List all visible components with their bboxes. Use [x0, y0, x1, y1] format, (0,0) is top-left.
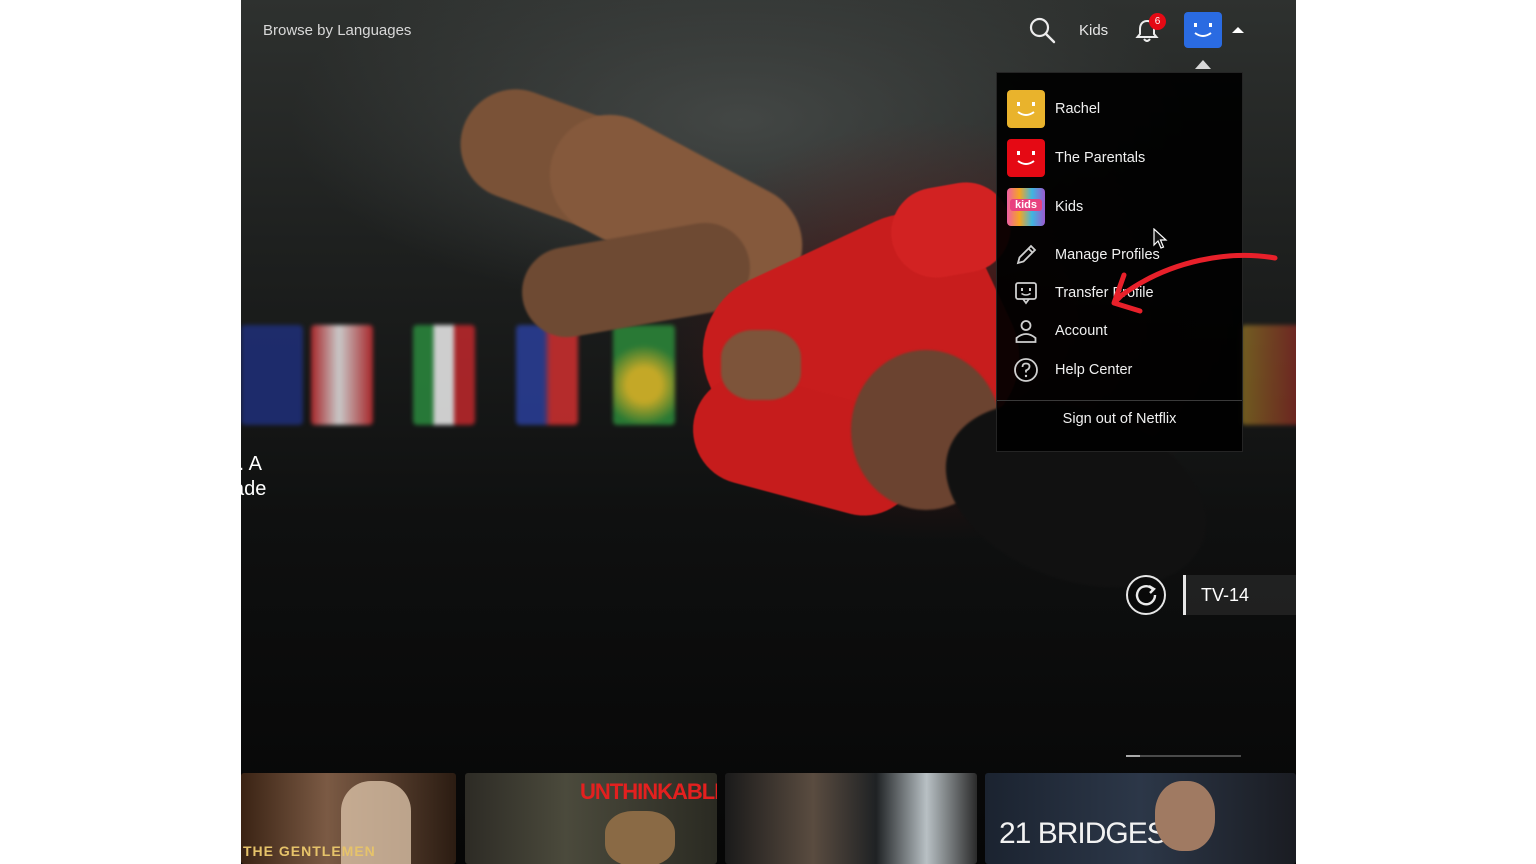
flag-image [413, 325, 475, 425]
pencil-icon [1016, 244, 1037, 265]
replay-icon [1135, 584, 1157, 606]
title-card-figure [1155, 781, 1215, 851]
kids-nav-link[interactable]: Kids [1079, 22, 1108, 39]
sign-out-button[interactable]: Sign out of Netflix [997, 411, 1242, 427]
title-card[interactable] [725, 773, 977, 864]
gymnast-hand [721, 330, 801, 400]
profile-item-rachel[interactable]: Rachel [1007, 90, 1237, 128]
flag-image [613, 325, 675, 425]
avatar[interactable] [1184, 12, 1222, 48]
title-card[interactable]: UNTHINKABLE [465, 773, 717, 864]
menu-divider [997, 400, 1242, 401]
profile-avatar [1007, 139, 1045, 177]
flag-image [1241, 325, 1296, 425]
title-card-figure [605, 811, 675, 864]
person-icon [1015, 320, 1037, 343]
title-card[interactable]: 21 BRIDGES [985, 773, 1296, 864]
hero-synopsis-line: t. A [241, 453, 262, 475]
flag-image [311, 325, 373, 425]
flag-image [241, 325, 303, 425]
smiley-face-icon [1017, 151, 1035, 165]
title-card[interactable]: THE GENTLEMEN [241, 773, 456, 864]
profile-item-the-parentals[interactable]: The Parentals [1007, 139, 1237, 177]
row-page-indicator-active [1126, 755, 1140, 757]
netflix-browse-screen: Browse by Languages t. A ade Kids 6 [241, 0, 1296, 864]
help-center-item[interactable]: Help Center [1013, 355, 1238, 385]
profile-avatar: kids [1007, 188, 1045, 226]
profile-name: The Parentals [1055, 150, 1146, 166]
flag-image [516, 325, 578, 425]
dropdown-pointer [1195, 60, 1211, 69]
maturity-rating: TV-14 [1201, 585, 1250, 605]
question-circle-icon [1014, 358, 1038, 382]
browse-by-languages-link[interactable]: Browse by Languages [263, 22, 411, 39]
transfer-profile-icon [1015, 282, 1037, 305]
hero-synopsis-partial: t. A ade [241, 452, 266, 502]
menu-label: Account [1055, 323, 1108, 339]
title-card-label: UNTHINKABLE [580, 779, 717, 804]
row-page-indicator [1126, 755, 1241, 757]
title-card-label: 21 BRIDGES [999, 817, 1167, 850]
maturity-rating-box: TV-14 [1183, 575, 1296, 615]
title-card-label: THE GENTLEMEN [243, 843, 376, 859]
profile-name: Kids [1055, 199, 1084, 215]
profile-name: Rachel [1055, 101, 1101, 117]
menu-label: Help Center [1055, 362, 1133, 378]
profile-item-kids[interactable]: kids Kids [1007, 188, 1237, 226]
annotation-arrow-icon [1111, 252, 1278, 314]
replay-button[interactable] [1126, 575, 1166, 615]
smiley-face-icon [1194, 23, 1212, 37]
search-icon[interactable] [1028, 16, 1056, 44]
hero-synopsis-line: ade [241, 478, 267, 500]
smiley-face-icon [1017, 102, 1035, 116]
kids-badge: kids [1010, 199, 1042, 211]
profile-avatar [1007, 90, 1045, 128]
caret-up-icon[interactable] [1232, 27, 1244, 33]
notification-badge: 6 [1149, 13, 1166, 30]
